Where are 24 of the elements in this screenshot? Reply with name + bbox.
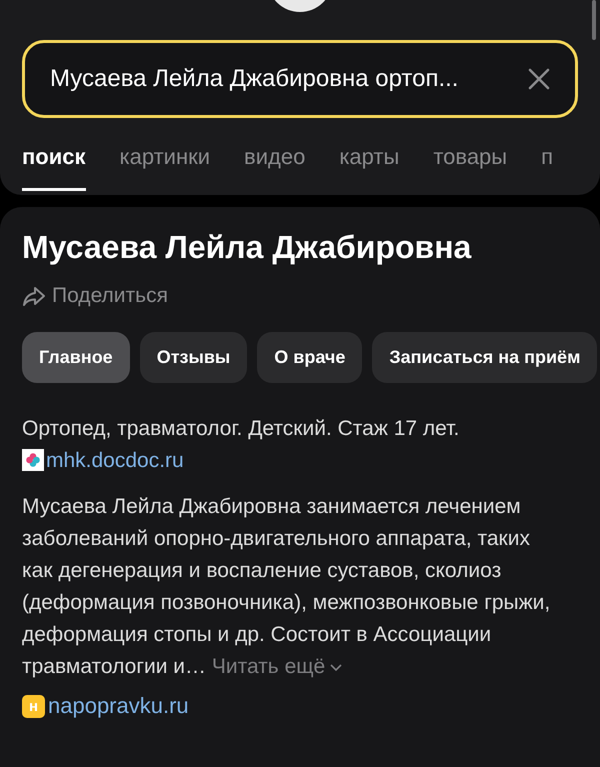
section-chip[interactable]: Записаться на приём	[372, 332, 598, 383]
section-chip[interactable]: Главное	[22, 332, 130, 383]
scrollbar	[592, 0, 596, 40]
tab[interactable]: поиск	[22, 144, 86, 191]
result-title[interactable]: Мусаева Лейла Джабировна	[22, 229, 600, 266]
share-button[interactable]: Поделиться	[22, 284, 168, 308]
description-text: Мусаева Лейла Джабировна занимается лечением заболеваний опорно-двигательного аппарата, таких как дегенерация и воспаление суставов, сколиоз (деформация позвоночника), межпозвонковые грыжи, деформация стопы и др. Состоит в Ассоциации травматологии и… Читать ещё	[22, 494, 552, 680]
search-field[interactable]: Мусаева Лейла Джабировна ортоп...	[22, 40, 578, 118]
section-chip[interactable]: Отзывы	[140, 332, 248, 383]
tab[interactable]: картинки	[120, 144, 210, 191]
share-icon	[22, 285, 46, 307]
cross-logo-icon	[22, 449, 44, 471]
source-logo: н	[22, 694, 45, 718]
source-link[interactable]: mhk.docdoc.ru	[46, 449, 184, 472]
section-chip[interactable]: О враче	[257, 332, 362, 383]
tab[interactable]: п	[541, 144, 554, 191]
read-more-link[interactable]: Читать ещё	[212, 655, 344, 678]
tab[interactable]: карты	[339, 144, 400, 191]
close-icon[interactable]	[527, 67, 551, 91]
tab[interactable]: видео	[244, 144, 306, 191]
summary-text: Ортопед, травматолог. Детский. Стаж 17 лет. mhk.docdoc.ru	[22, 416, 460, 474]
tab[interactable]: товары	[433, 144, 508, 191]
source-link[interactable]: napopravku.ru	[48, 693, 189, 719]
chevron-down-icon	[329, 662, 344, 672]
